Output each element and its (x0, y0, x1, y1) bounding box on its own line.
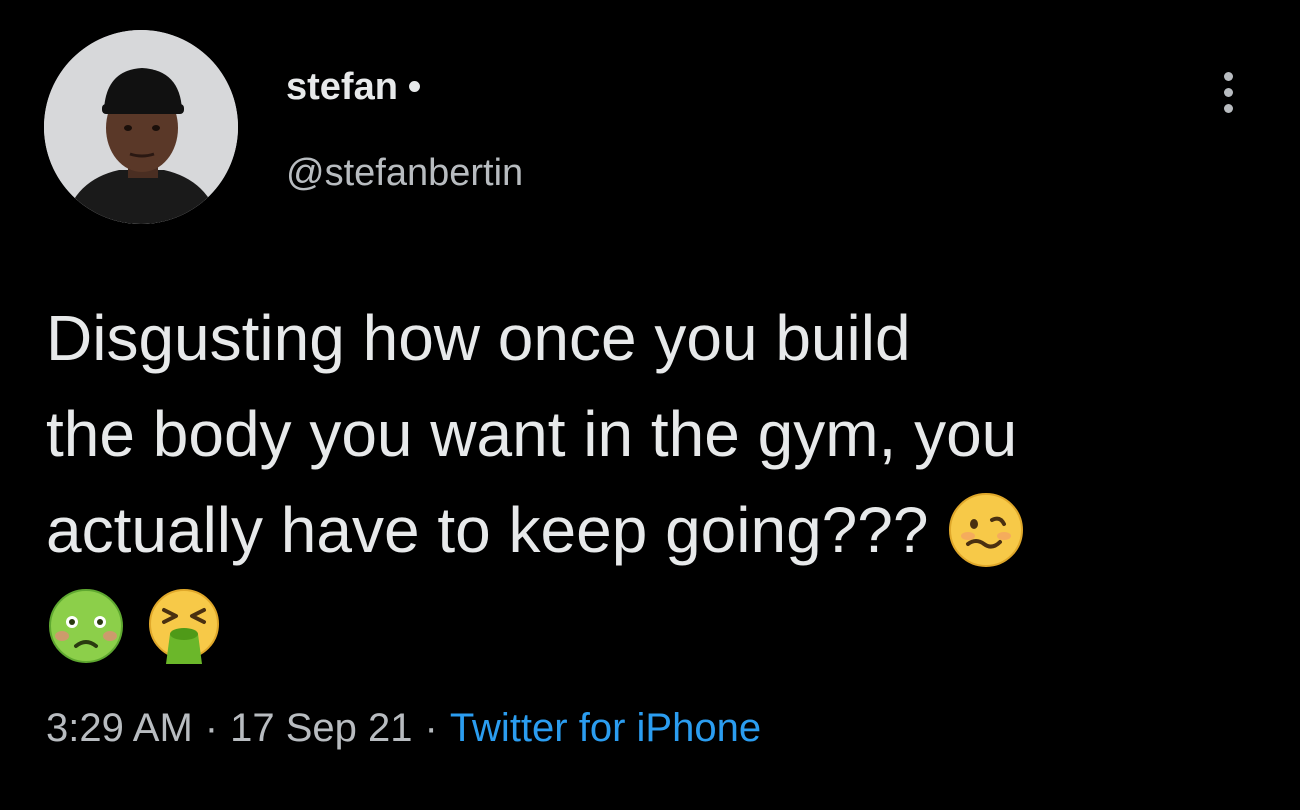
meta-separator: · (424, 705, 438, 750)
tweet-date[interactable]: 17 Sep 21 (230, 706, 412, 751)
tweet-line: actually have to keep going??? (46, 494, 929, 566)
source-link[interactable]: Twitter for iPhone (450, 706, 761, 751)
tweet-line: Disgusting how once you build (46, 302, 911, 374)
name-separator: • (407, 65, 422, 108)
meta-separator: · (204, 705, 219, 750)
woozy-face-icon (946, 490, 1026, 570)
vomiting-face-icon (144, 586, 224, 666)
more-icon-dot (1223, 71, 1233, 81)
more-options-button[interactable] (1208, 62, 1248, 122)
more-icon-dot (1223, 87, 1233, 97)
display-name[interactable]: stefan (286, 66, 398, 109)
tweet-line: the body you want in the gym, you (46, 398, 1018, 470)
avatar-photo (44, 30, 238, 224)
handle[interactable]: @stefanbertin (286, 152, 523, 195)
nauseated-face-icon (46, 586, 126, 666)
tweet-card: stefan • @stefanbertin Disgusting how on… (0, 0, 1300, 810)
tweet-time[interactable]: 3:29 AM (46, 706, 193, 751)
more-icon-dot (1223, 103, 1233, 113)
tweet-meta: 3:29 AM · 17 Sep 21 · Twitter for iPhone (46, 698, 761, 758)
tweet-text: Disgusting how once you build the body y… (46, 290, 1256, 674)
author-name-row[interactable]: stefan • (286, 62, 421, 112)
avatar[interactable] (44, 30, 238, 224)
